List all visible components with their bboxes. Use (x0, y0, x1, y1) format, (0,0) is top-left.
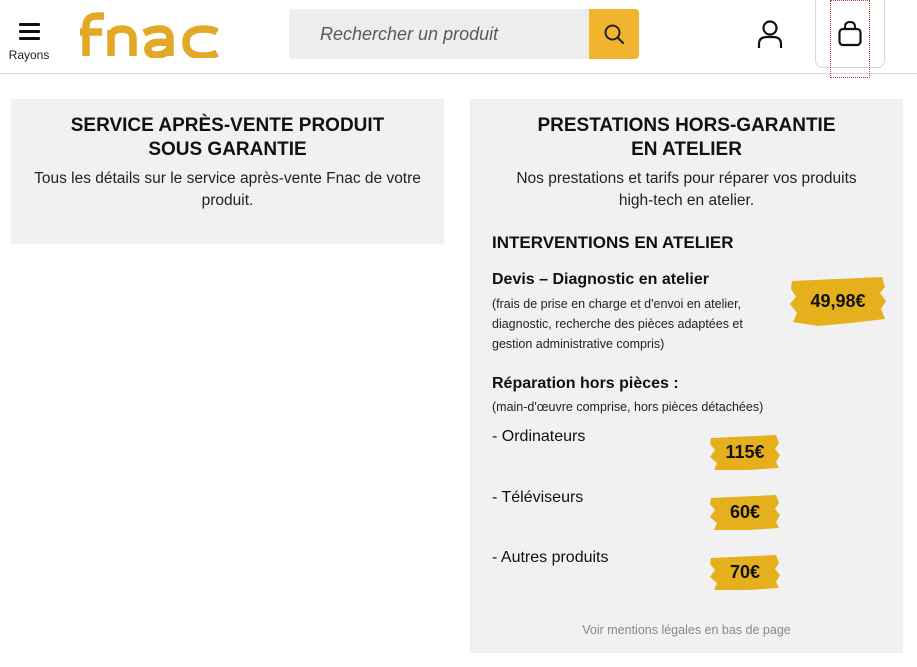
menu-label: Rayons (8, 48, 50, 62)
hamburger-icon[interactable] (18, 23, 40, 40)
price-tag: 49,98€ (788, 275, 888, 327)
section-title: INTERVENTIONS EN ATELIER (492, 233, 734, 252)
devis-note: (frais de prise en charge et d'envoi en … (492, 294, 743, 354)
price-tag: 60€ (708, 493, 782, 531)
warranty-service-card[interactable]: SERVICE APRÈS-VENTE PRODUIT SOUS GARANTI… (11, 99, 444, 244)
devis-row: Devis – Diagnostic en atelier (frais de … (492, 271, 743, 354)
repair-title: Réparation hors pièces : (492, 375, 679, 392)
repair-item-label: - Autres produits (492, 549, 609, 566)
repair-note: (main-d'œuvre comprise, hors pièces déta… (492, 400, 764, 414)
search-bar (289, 9, 639, 59)
repair-row: Réparation hors pièces : (main-d'œuvre c… (492, 375, 763, 417)
card-title: SERVICE APRÈS-VENTE PRODUIT SOUS GARANTI… (11, 99, 444, 162)
price-tag: 115€ (708, 433, 782, 471)
card-title-line: SOUS GARANTIE (148, 139, 307, 160)
card-title-line: SERVICE APRÈS-VENTE PRODUIT (70, 115, 385, 136)
repair-item-label: - Téléviseurs (492, 489, 584, 506)
price-value: 49,98€ (810, 290, 866, 311)
devis-note-line: (frais de prise en charge et d'envoi en … (492, 297, 742, 311)
out-of-warranty-card: PRESTATIONS HORS-GARANTIE EN ATELIER Nos… (470, 99, 903, 653)
search-icon (604, 24, 624, 44)
cart-button[interactable] (815, 0, 885, 68)
menu-button[interactable]: Rayons (6, 20, 52, 68)
devis-title: Devis – Diagnostic en atelier (492, 271, 709, 288)
site-header: Rayons (0, 0, 917, 78)
price-value: 60€ (729, 501, 761, 522)
user-icon (757, 20, 783, 48)
devis-note-line: gestion administrative compris) (492, 337, 665, 351)
devis-note-line: diagnostic, recherche des pièces adaptée… (492, 317, 743, 331)
card-description: Nos prestations et tarifs pour réparer v… (516, 170, 857, 209)
search-button[interactable] (589, 9, 639, 59)
fnac-logo[interactable] (78, 10, 222, 60)
card-title-line: PRESTATIONS HORS-GARANTIE (537, 115, 836, 136)
search-input[interactable] (289, 9, 589, 59)
price-tag: 70€ (708, 553, 782, 591)
account-button[interactable] (752, 16, 788, 52)
card-description: Tous les détails sur le service après-ve… (34, 170, 421, 209)
card-title-line: EN ATELIER (631, 139, 742, 160)
price-value: 70€ (729, 561, 761, 582)
shopping-bag-icon (838, 20, 862, 46)
repair-item-label: - Ordinateurs (492, 428, 586, 445)
fnac-logo-icon (80, 12, 219, 60)
card-title: PRESTATIONS HORS-GARANTIE EN ATELIER (470, 99, 903, 162)
price-value: 115€ (725, 441, 765, 462)
legal-mentions-link[interactable]: Voir mentions légales en bas de page (470, 623, 903, 637)
